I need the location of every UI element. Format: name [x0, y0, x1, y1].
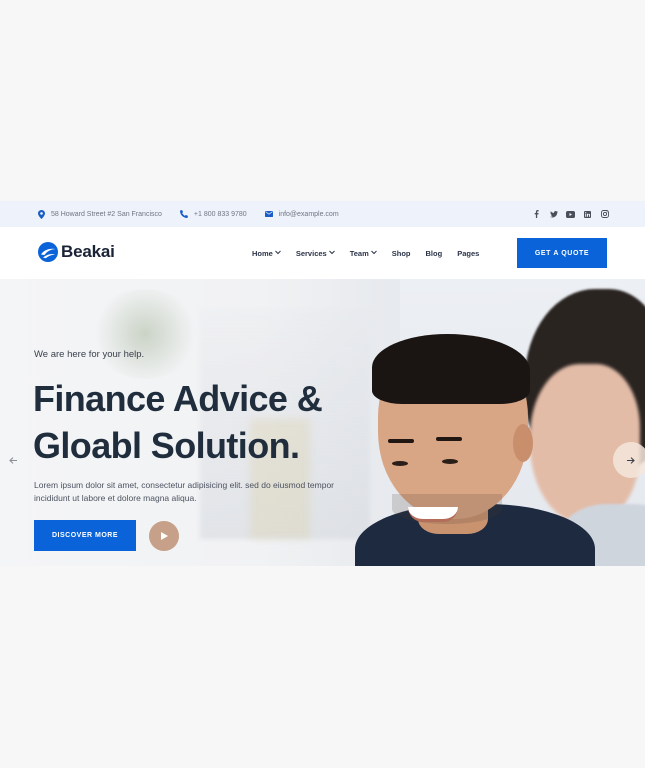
email-text: info@example.com [278, 210, 339, 218]
logo-text: Beakai [61, 242, 115, 261]
main-header: Beakai Home Services Team Shop Blog Page… [0, 227, 645, 279]
nav-label: Blog [425, 248, 443, 258]
nav-label: Shop [391, 248, 411, 258]
main-nav: Home Services Team Shop Blog Pages [252, 227, 494, 279]
hero-description: Lorem ipsum dolor sit amet, consectetur … [34, 479, 364, 505]
phone-icon [180, 210, 189, 219]
linkedin-icon[interactable] [583, 210, 592, 219]
page: 58 Howard Street #2 San Francisco +1 800… [0, 0, 645, 768]
address-text: 58 Howard Street #2 San Francisco [51, 210, 162, 218]
play-icon [160, 532, 168, 540]
instagram-icon[interactable] [600, 210, 609, 219]
top-info-bar: 58 Howard Street #2 San Francisco +1 800… [0, 201, 645, 227]
nav-label: Home [252, 248, 273, 258]
discover-more-button[interactable]: DISCOVER MORE [34, 520, 136, 551]
hero-title-line-2: Gloabl Solution. [33, 425, 300, 466]
chevron-down-icon [274, 249, 281, 256]
get-a-quote-button[interactable]: GET A QUOTE [517, 238, 607, 268]
facebook-icon[interactable] [532, 210, 541, 219]
youtube-icon[interactable] [566, 210, 575, 219]
slider-prev-button[interactable] [4, 451, 22, 469]
email-item[interactable]: info@example.com [265, 210, 339, 219]
nav-item-home[interactable]: Home [252, 249, 281, 258]
address-item: 58 Howard Street #2 San Francisco [37, 209, 162, 219]
nav-label: Services [295, 248, 327, 258]
social-links [524, 201, 609, 227]
play-video-button[interactable] [149, 521, 179, 551]
hero-description-line-1: Lorem ipsum dolor sit amet, consectetur … [34, 480, 335, 490]
logo[interactable]: Beakai [38, 242, 115, 262]
hero-description-line-2: incididunt ut labore et dolore magna ali… [34, 493, 197, 503]
twitter-icon[interactable] [549, 210, 558, 219]
nav-item-blog[interactable]: Blog [426, 249, 443, 258]
nav-item-services[interactable]: Services [296, 249, 335, 258]
arrow-left-icon [9, 456, 17, 464]
nav-item-pages[interactable]: Pages [457, 249, 479, 258]
nav-label: Team [349, 248, 369, 258]
hero-subtitle: We are here for your help. [34, 349, 145, 360]
phone-text: +1 800 833 9780 [193, 210, 247, 218]
envelope-icon [265, 210, 274, 219]
hero-title-line-1: Finance Advice & [33, 378, 323, 419]
slider-next-button[interactable] [613, 442, 645, 478]
chevron-down-icon [370, 249, 377, 256]
nav-item-team[interactable]: Team [350, 249, 377, 258]
chevron-down-icon [328, 249, 335, 256]
logo-mark-icon [38, 242, 58, 262]
arrow-right-icon [627, 456, 635, 464]
hero-title: Finance Advice & Gloabl Solution. [33, 375, 323, 469]
phone-item[interactable]: +1 800 833 9780 [180, 210, 247, 219]
hero-banner: We are here for your help. Finance Advic… [0, 279, 645, 566]
nav-label: Pages [457, 248, 480, 258]
map-pin-icon [37, 209, 46, 219]
nav-item-shop[interactable]: Shop [392, 249, 411, 258]
